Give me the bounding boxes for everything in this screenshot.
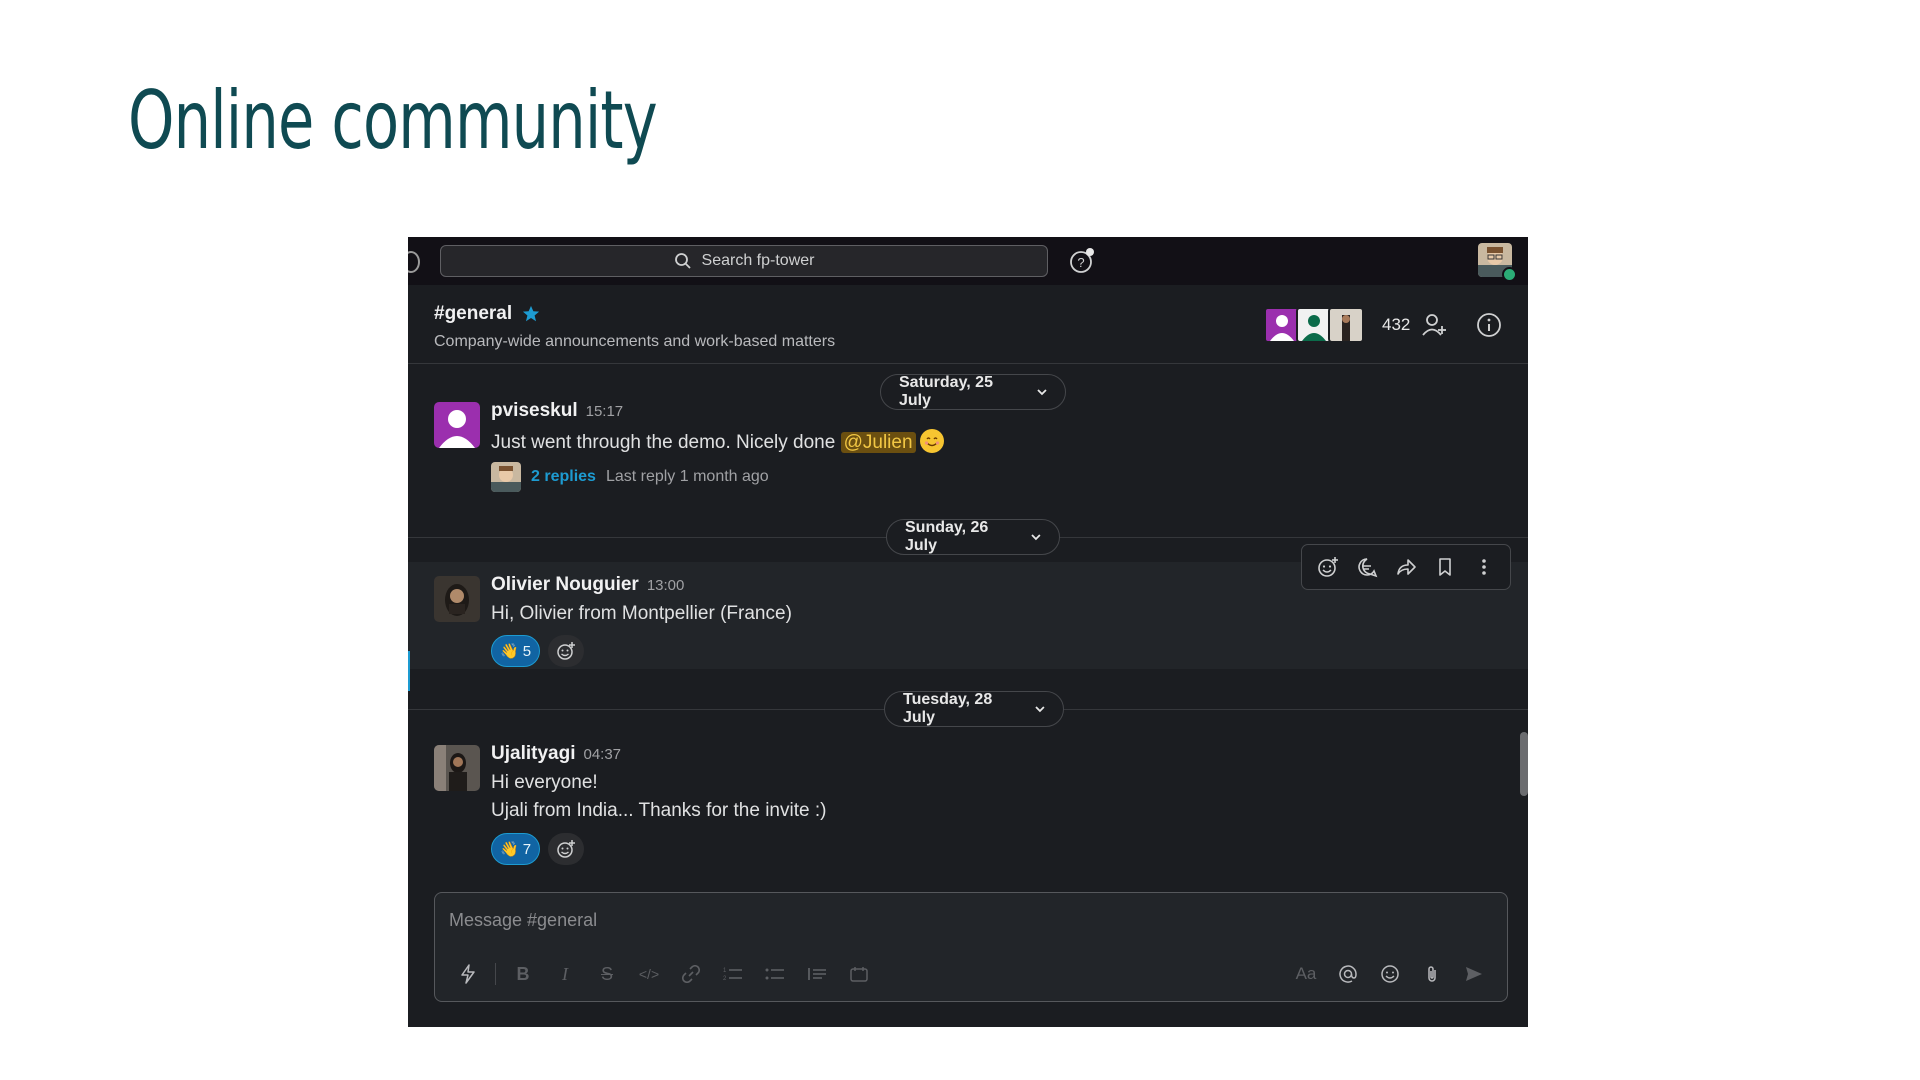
info-icon[interactable] <box>1474 310 1504 340</box>
text-style-button[interactable]: Aa <box>1285 959 1327 989</box>
search-bar[interactable]: Search fp-tower <box>440 245 1048 277</box>
emoji-icon[interactable] <box>1369 959 1411 989</box>
add-emoji-icon <box>557 642 576 660</box>
share-icon[interactable] <box>1392 553 1420 581</box>
message-text-part: Just went through the demo. Nicely done <box>491 432 841 453</box>
member-count: 432 <box>1382 315 1411 334</box>
channel-name-button[interactable]: #general <box>434 303 540 325</box>
slide-title: Online community <box>128 74 658 167</box>
svg-text:2: 2 <box>723 976 727 982</box>
wave-emoji-icon: 👋 <box>500 643 519 660</box>
search-placeholder: Search fp-tower <box>701 252 815 269</box>
chevron-down-icon <box>1037 389 1047 396</box>
last-reply-time: Last reply 1 month ago <box>605 468 769 485</box>
sender-name[interactable]: pviseskul <box>491 400 578 421</box>
member-avatar <box>1296 307 1332 343</box>
help-icon[interactable]: ? <box>1068 247 1096 275</box>
message-input[interactable] <box>447 905 1451 935</box>
message-composer: B I S </> 12 Aa <box>434 892 1508 1002</box>
italic-icon[interactable]: I <box>544 959 586 989</box>
bold-icon[interactable]: B <box>502 959 544 989</box>
message-header: pviseskul 15:17 <box>491 400 623 422</box>
date-divider[interactable]: Sunday, 26 July <box>886 519 1060 555</box>
star-icon[interactable] <box>522 305 540 323</box>
code-block-icon[interactable] <box>838 959 880 989</box>
message-time[interactable]: 15:17 <box>586 403 624 420</box>
unread-marker <box>408 651 410 691</box>
add-reaction-button[interactable] <box>548 635 585 667</box>
message-time[interactable]: 13:00 <box>647 577 685 594</box>
user-avatar[interactable] <box>1478 243 1517 282</box>
thread-summary[interactable]: 2 replies Last reply 1 month ago <box>491 462 769 492</box>
wave-reaction[interactable]: 👋 7 <box>491 833 541 865</box>
reactions: 👋 7 <box>491 833 585 865</box>
message-text: Just went through the demo. Nicely done … <box>491 429 944 454</box>
message-text-line: Ujali from India... Thanks for the invit… <box>491 800 827 821</box>
message-text: Hi, Olivier from Montpellier (France) <box>491 603 792 624</box>
bookmark-icon[interactable] <box>1431 553 1459 581</box>
wave-emoji-icon: 👋 <box>500 841 519 858</box>
chevron-down-icon <box>1031 534 1041 541</box>
reply-avatar <box>491 462 521 492</box>
message-time[interactable]: 04:37 <box>583 746 621 763</box>
more-options-icon[interactable] <box>1470 553 1498 581</box>
channel-header: #general Company-wide announcements and … <box>408 285 1528 364</box>
member-avatar <box>1328 307 1364 343</box>
shortcuts-icon[interactable] <box>447 959 489 989</box>
sender-name[interactable]: Olivier Nouguier <box>491 574 639 595</box>
replies-link[interactable]: 2 replies <box>531 468 596 486</box>
toolbar-divider <box>495 963 496 985</box>
strikethrough-icon[interactable]: S <box>586 959 628 989</box>
message-text-line: Hi everyone! <box>491 772 598 793</box>
add-reaction-button[interactable] <box>548 833 585 865</box>
reactions: 👋 5 <box>491 635 585 667</box>
svg-text:1: 1 <box>723 968 727 974</box>
sender-avatar[interactable] <box>434 402 480 448</box>
channel-name: #general <box>434 303 513 324</box>
link-icon[interactable] <box>670 959 712 989</box>
bullet-list-icon[interactable] <box>754 959 796 989</box>
date-label: Tuesday, 28 July <box>903 691 993 726</box>
sender-avatar[interactable] <box>434 576 480 622</box>
add-emoji-icon <box>557 840 576 858</box>
presence-indicator <box>1502 267 1517 282</box>
send-icon[interactable] <box>1453 959 1495 989</box>
date-label: Sunday, 26 July <box>905 519 989 554</box>
svg-text:?: ? <box>1077 255 1084 270</box>
member-list-button[interactable]: 432 <box>1264 307 1410 343</box>
formatting-toolbar: B I S </> 12 Aa <box>447 959 1495 989</box>
sender-avatar[interactable] <box>434 745 480 791</box>
history-icon[interactable] <box>408 251 420 273</box>
message-actions-toolbar <box>1301 544 1511 590</box>
scrollbar[interactable] <box>1520 732 1528 796</box>
reply-thread-icon[interactable] <box>1353 553 1381 581</box>
add-member-icon[interactable] <box>1420 310 1450 340</box>
reaction-count: 5 <box>522 642 532 660</box>
date-divider[interactable]: Tuesday, 28 July <box>884 691 1064 727</box>
search-icon <box>674 253 691 269</box>
attachment-icon[interactable] <box>1411 959 1453 989</box>
date-label: Saturday, 25 July <box>899 374 993 409</box>
chevron-down-icon <box>1035 706 1045 713</box>
wave-reaction[interactable]: 👋 5 <box>491 635 541 667</box>
top-bar: Search fp-tower ? <box>408 237 1528 285</box>
reaction-count: 7 <box>522 840 532 858</box>
message-header: Olivier Nouguier 13:00 <box>491 574 684 596</box>
channel-description: Company-wide announcements and work-base… <box>434 333 836 350</box>
smile-emoji-icon <box>919 429 944 453</box>
sender-name[interactable]: Ujalityagi <box>491 743 575 764</box>
date-divider[interactable]: Saturday, 25 July <box>880 374 1066 410</box>
code-icon[interactable]: </> <box>628 959 670 989</box>
user-mention[interactable]: @Julien <box>840 432 916 453</box>
ordered-list-icon[interactable]: 12 <box>712 959 754 989</box>
mention-icon[interactable] <box>1327 959 1369 989</box>
add-reaction-icon[interactable] <box>1314 553 1342 581</box>
message-header: Ujalityagi 04:37 <box>491 743 621 765</box>
member-avatar <box>1264 307 1300 343</box>
slack-window: Search fp-tower ? #general Company-wide … <box>408 237 1528 1027</box>
blockquote-icon[interactable] <box>796 959 838 989</box>
